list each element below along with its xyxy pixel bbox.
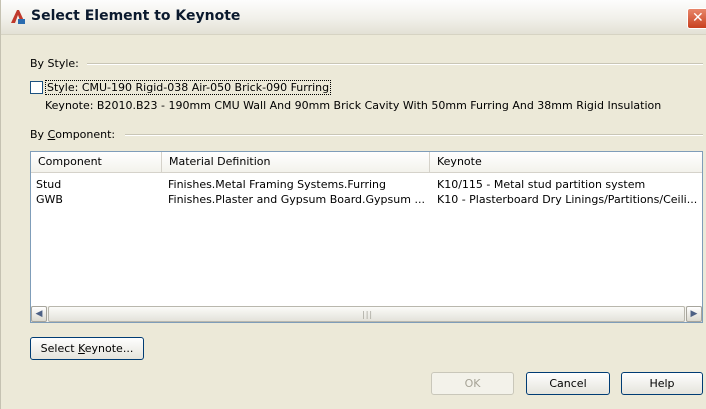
select-keynote-prefix: Select bbox=[40, 342, 79, 355]
horizontal-scrollbar[interactable]: ◀ ||| ▶ bbox=[31, 306, 702, 322]
cell-component: GWB bbox=[36, 193, 63, 206]
window-title: Select Element to Keynote bbox=[31, 8, 241, 24]
select-keynote-accel: K bbox=[78, 342, 85, 355]
app-logo-icon bbox=[10, 9, 26, 25]
column-header-component[interactable]: Component bbox=[31, 152, 162, 172]
scroll-right-button[interactable]: ▶ bbox=[686, 306, 702, 322]
style-checkbox[interactable] bbox=[30, 81, 43, 94]
column-header-keynote[interactable]: Keynote bbox=[430, 152, 702, 172]
cell-keynote: K10 - Plasterboard Dry Linings/Partition… bbox=[437, 193, 698, 206]
select-keynote-rest: eynote... bbox=[84, 342, 134, 355]
scroll-left-button[interactable]: ◀ bbox=[31, 306, 47, 322]
by-style-separator bbox=[87, 63, 703, 65]
cell-material-definition: Finishes.Metal Framing Systems.Furring bbox=[168, 178, 386, 191]
by-component-label-prefix: By bbox=[30, 128, 48, 141]
cell-keynote: K10/115 - Metal stud partition system bbox=[437, 178, 646, 191]
chevron-left-icon: ◀ bbox=[35, 309, 43, 319]
list-header: Component Material Definition Keynote bbox=[31, 152, 702, 173]
style-checkbox-label[interactable]: Style: CMU-190 Rigid-038 Air-050 Brick-0… bbox=[45, 80, 332, 95]
scrollbar-thumb[interactable]: ||| bbox=[48, 306, 685, 322]
by-component-separator bbox=[125, 134, 703, 136]
by-style-label: By Style: bbox=[30, 57, 79, 70]
title-bar[interactable]: Select Element to Keynote ✕ bbox=[1, 0, 706, 35]
column-header-material-definition[interactable]: Material Definition bbox=[162, 152, 430, 172]
ok-button[interactable]: OK bbox=[431, 372, 514, 395]
style-keynote-text: Keynote: B2010.B23 - 190mm CMU Wall And … bbox=[45, 99, 662, 112]
cell-component: Stud bbox=[36, 178, 62, 191]
select-keynote-button[interactable]: Select Keynote... bbox=[30, 337, 144, 360]
cell-material-definition: Finishes.Plaster and Gypsum Board.Gypsum… bbox=[168, 193, 425, 206]
grip-icon: ||| bbox=[362, 310, 374, 319]
help-button[interactable]: Help bbox=[621, 372, 703, 395]
cancel-button[interactable]: Cancel bbox=[526, 372, 610, 395]
component-list[interactable]: Component Material Definition Keynote St… bbox=[30, 151, 703, 323]
by-component-label-rest: omponent: bbox=[55, 128, 116, 141]
close-button[interactable]: ✕ bbox=[687, 8, 706, 29]
by-component-label: By Component: bbox=[30, 128, 115, 141]
close-icon: ✕ bbox=[692, 10, 704, 26]
select-element-to-keynote-dialog: Select Element to Keynote ✕ By Style: St… bbox=[0, 0, 706, 409]
chevron-right-icon: ▶ bbox=[690, 309, 698, 319]
